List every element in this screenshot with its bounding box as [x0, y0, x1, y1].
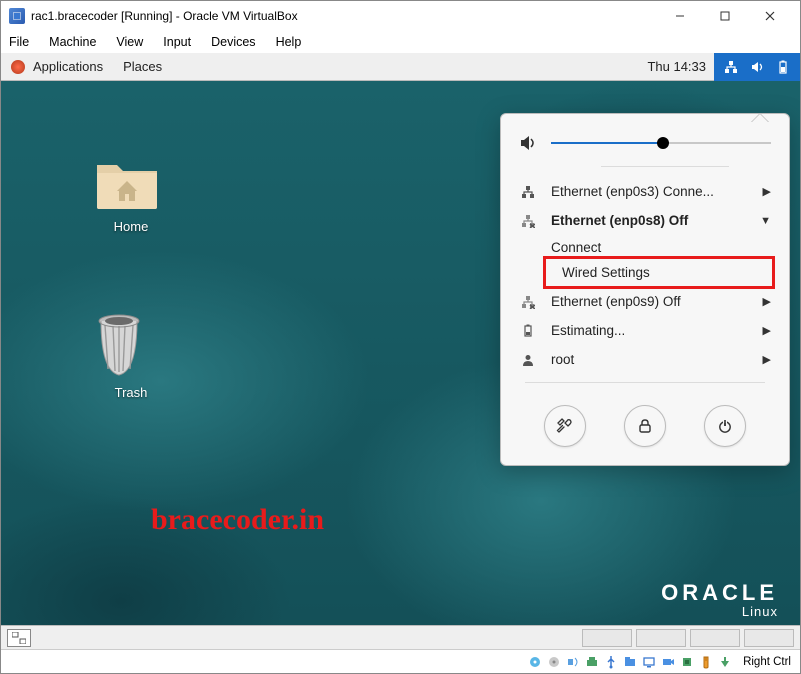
menu-item-user[interactable]: root ▶ — [501, 345, 789, 374]
menu-help[interactable]: Help — [274, 33, 304, 51]
hard-disk-icon[interactable] — [527, 654, 543, 670]
desktop-icon-trash[interactable]: Trash — [91, 313, 171, 400]
minimize-button[interactable] — [657, 1, 702, 31]
display-icon[interactable] — [641, 654, 657, 670]
battery-icon — [776, 60, 790, 74]
desktop-icon-home[interactable]: Home — [91, 153, 171, 234]
oracle-brand-big: ORACLE — [661, 580, 778, 606]
battery-icon — [519, 324, 537, 338]
virtualbox-icon — [9, 8, 25, 24]
chevron-right-icon: ▶ — [763, 185, 771, 198]
activities-icon[interactable] — [11, 60, 25, 74]
window-title: rac1.bracecoder [Running] - Oracle VM Vi… — [31, 9, 298, 23]
window-titlebar: rac1.bracecoder [Running] - Oracle VM Vi… — [1, 1, 800, 31]
taskbar-slot[interactable] — [744, 629, 794, 647]
submenu-label: Wired Settings — [562, 265, 764, 280]
network-icon — [724, 60, 738, 74]
chevron-right-icon: ▶ — [763, 295, 771, 308]
desktop-icon-label: Home — [91, 219, 171, 234]
menu-item-label: Ethernet (enp0s3) Conne... — [551, 184, 749, 199]
virtualbox-status-bar: Right Ctrl — [1, 649, 800, 673]
menu-item-label: root — [551, 352, 749, 367]
menu-item-label: Ethernet (enp0s8) Off — [551, 213, 746, 228]
watermark-text: bracecoder.in — [151, 503, 324, 537]
menu-item-ethernet-enp0s3[interactable]: Ethernet (enp0s3) Conne... ▶ — [501, 177, 789, 206]
places-menu[interactable]: Places — [123, 59, 162, 74]
highlight-annotation: Wired Settings — [543, 256, 775, 289]
gnome-top-bar: Applications Places Thu 14:33 — [1, 53, 800, 81]
power-button[interactable] — [704, 405, 746, 447]
workspace-switcher[interactable] — [7, 629, 31, 647]
chevron-right-icon: ▶ — [763, 353, 771, 366]
usb-icon[interactable] — [603, 654, 619, 670]
network-adapter-icon[interactable] — [584, 654, 600, 670]
volume-icon — [519, 134, 537, 152]
recording-icon[interactable] — [660, 654, 676, 670]
chevron-down-icon: ▼ — [760, 215, 771, 227]
folder-home-icon — [91, 153, 163, 213]
volume-slider-row — [501, 128, 789, 160]
menu-item-label: Estimating... — [551, 323, 749, 338]
menu-machine[interactable]: Machine — [47, 33, 98, 51]
trash-icon — [91, 313, 147, 379]
taskbar-slot[interactable] — [582, 629, 632, 647]
submenu-label: Connect — [551, 240, 771, 255]
lock-button[interactable] — [624, 405, 666, 447]
host-key-indicator[interactable]: Right Ctrl — [740, 655, 794, 669]
lock-icon — [637, 418, 653, 434]
tools-icon — [556, 417, 574, 435]
chevron-right-icon: ▶ — [763, 324, 771, 337]
menu-file[interactable]: File — [7, 33, 31, 51]
taskbar-slot[interactable] — [636, 629, 686, 647]
gnome-bottom-bar — [1, 625, 800, 649]
wired-network-off-icon — [519, 214, 537, 228]
cpu-icon[interactable] — [679, 654, 695, 670]
menu-item-label: Ethernet (enp0s9) Off — [551, 294, 749, 309]
submenu-wired-settings[interactable]: Wired Settings — [554, 259, 772, 286]
oracle-brand: ORACLE Linux — [661, 580, 778, 619]
menu-item-ethernet-enp0s9[interactable]: Ethernet (enp0s9) Off ▶ — [501, 287, 789, 316]
menu-view[interactable]: View — [114, 33, 145, 51]
menu-item-battery[interactable]: Estimating... ▶ — [501, 316, 789, 345]
clock[interactable]: Thu 14:33 — [647, 59, 706, 74]
keyboard-capture-icon[interactable] — [717, 654, 733, 670]
menu-input[interactable]: Input — [161, 33, 193, 51]
optical-drive-icon[interactable] — [546, 654, 562, 670]
audio-icon[interactable] — [565, 654, 581, 670]
user-icon — [519, 353, 537, 367]
menu-item-ethernet-enp0s8[interactable]: Ethernet (enp0s8) Off ▼ — [501, 206, 789, 235]
wired-network-off-icon — [519, 295, 537, 309]
system-menu-popover: Ethernet (enp0s3) Conne... ▶ Ethernet (e… — [500, 113, 790, 466]
menubar: File Machine View Input Devices Help — [1, 31, 800, 53]
oracle-brand-sub: Linux — [661, 604, 778, 619]
settings-button[interactable] — [544, 405, 586, 447]
power-icon — [717, 418, 733, 434]
volume-slider[interactable] — [551, 136, 771, 150]
maximize-button[interactable] — [702, 1, 747, 31]
close-button[interactable] — [747, 1, 792, 31]
shared-folders-icon[interactable] — [622, 654, 638, 670]
mouse-integration-icon[interactable] — [698, 654, 714, 670]
system-tray[interactable] — [714, 53, 800, 81]
wired-network-icon — [519, 185, 537, 199]
taskbar-slot[interactable] — [690, 629, 740, 647]
desktop-icon-label: Trash — [91, 385, 171, 400]
menu-devices[interactable]: Devices — [209, 33, 257, 51]
applications-menu[interactable]: Applications — [33, 59, 103, 74]
guest-display: Applications Places Thu 14:33 Home Trash… — [1, 53, 800, 649]
volume-icon — [750, 60, 764, 74]
